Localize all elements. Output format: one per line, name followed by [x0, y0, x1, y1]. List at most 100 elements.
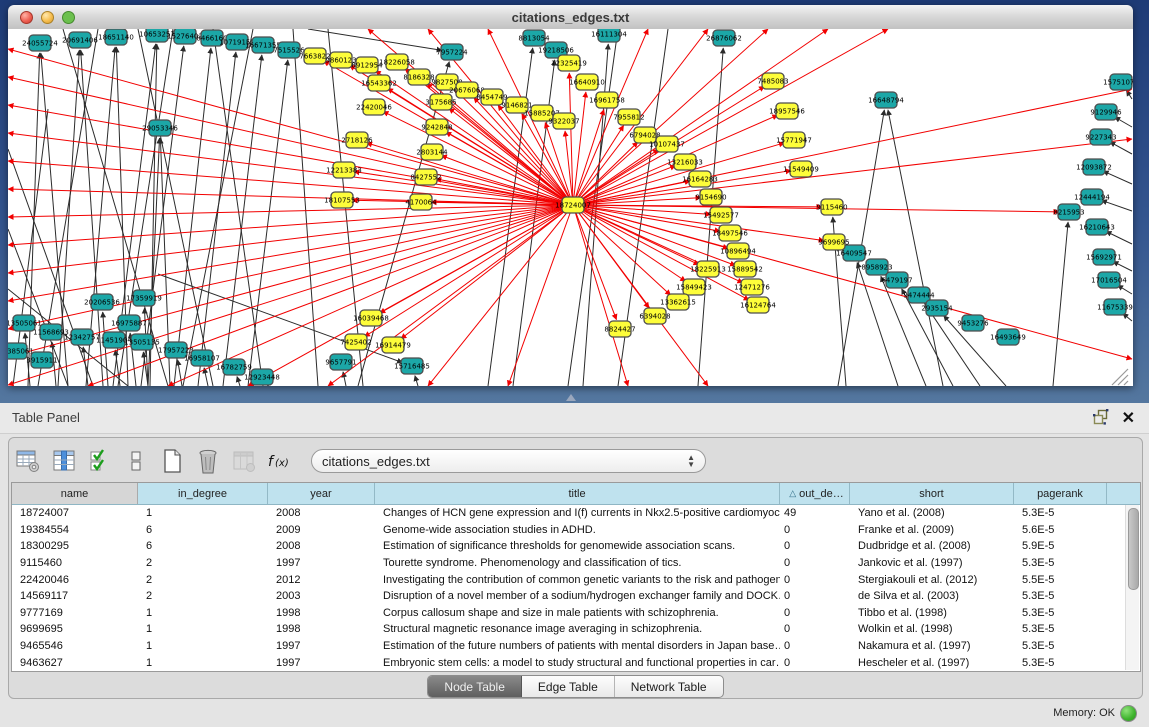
graph-node-15849423[interactable]: 15849423 [676, 279, 712, 295]
graph-node-13216033[interactable]: 13216033 [667, 154, 703, 170]
table-row[interactable]: 946362711997Embryonic stem cells: a mode… [12, 654, 1140, 671]
graph-node-16648794[interactable]: 16648794 [868, 92, 904, 108]
show-columns-icon[interactable] [51, 447, 77, 475]
graph-node-9242848[interactable]: 9242848 [421, 119, 452, 135]
network-canvas[interactable]: 1872400724055724206914061865114010653257… [8, 29, 1133, 386]
graph-node-7955812[interactable]: 7955812 [613, 109, 644, 125]
graph-node-11549409[interactable]: 11549409 [783, 161, 819, 177]
graph-node-6394028[interactable]: 6394028 [639, 308, 670, 324]
new-table-icon[interactable] [159, 447, 185, 475]
graph-node-8215953[interactable]: 8215953 [1053, 204, 1084, 220]
edge[interactable] [1113, 261, 1132, 271]
graph-node-9657791[interactable]: 9657791 [325, 354, 356, 370]
close-window-icon[interactable] [20, 11, 33, 24]
edge[interactable] [8, 105, 573, 205]
graph-node-16975887[interactable]: 16975887 [111, 315, 147, 331]
table-row[interactable]: 1456911722003Disruption of a novel membe… [12, 588, 1140, 605]
graph-node-6479197[interactable]: 6479197 [881, 272, 912, 288]
edge[interactable] [573, 205, 628, 386]
network-window-titlebar[interactable]: citations_edges.txt [8, 5, 1133, 30]
graph-node-9322037[interactable]: 9322037 [548, 113, 579, 129]
edge[interactable] [204, 368, 208, 386]
edge[interactable] [1053, 222, 1068, 386]
graph-node-3915911[interactable]: 3915911 [26, 352, 57, 368]
graph-node-15771947[interactable]: 15771947 [776, 132, 812, 148]
edge[interactable] [8, 205, 573, 301]
edge[interactable] [213, 29, 263, 386]
edge[interactable] [308, 29, 442, 50]
graph-node-16914479[interactable]: 16914479 [375, 337, 411, 353]
graph-node-24055724[interactable]: 24055724 [22, 35, 58, 51]
graph-node-12342757[interactable]: 12342757 [64, 329, 100, 345]
tab-network-table[interactable]: Network Table [615, 676, 723, 697]
graph-node-13362615[interactable]: 13362615 [660, 294, 696, 310]
select-all-columns-icon[interactable] [87, 447, 113, 475]
graph-node-9699695[interactable]: 9699695 [818, 234, 849, 250]
edge[interactable] [8, 189, 573, 205]
graph-node-2803144[interactable]: 2803144 [416, 144, 448, 160]
edge[interactable] [888, 110, 943, 386]
graph-node-3175685[interactable]: 3175685 [425, 94, 456, 110]
graph-node-12213383[interactable]: 12213383 [326, 162, 362, 178]
graph-node-16124764[interactable]: 16124764 [740, 297, 776, 313]
graph-node-10896494[interactable]: 10896494 [720, 243, 756, 259]
graph-node-16961758[interactable]: 16961758 [589, 92, 625, 108]
edge[interactable] [1110, 142, 1132, 154]
graph-node-15751074[interactable]: 15751074 [1103, 74, 1133, 90]
column-header-out_de[interactable]: △out_de… [780, 483, 850, 504]
edge[interactable] [103, 312, 108, 386]
graph-node-26876062[interactable]: 26876062 [706, 30, 742, 46]
delete-table-icon[interactable] [195, 447, 221, 475]
graph-node-18226058[interactable]: 18226058 [379, 54, 415, 70]
graph-node-16039468[interactable]: 16039468 [353, 310, 389, 326]
graph-node-18497546[interactable]: 18497546 [712, 225, 748, 241]
column-header-in_degree[interactable]: in_degree [138, 483, 268, 504]
edge[interactable] [293, 29, 318, 386]
edge[interactable] [8, 49, 573, 205]
table-row[interactable]: 1830029562008Estimation of significance … [12, 538, 1140, 555]
graph-node-15889542[interactable]: 15889542 [727, 261, 763, 277]
resize-grip-icon[interactable] [1118, 375, 1128, 385]
edge[interactable] [573, 205, 649, 308]
delete-column-icon[interactable] [231, 447, 257, 475]
graph-node-20206536[interactable]: 20206536 [84, 294, 120, 310]
graph-node-15692971[interactable]: 15692971 [1086, 249, 1122, 265]
table-settings-icon[interactable] [15, 447, 41, 475]
graph-node-16111304[interactable]: 16111304 [591, 29, 627, 42]
graph-node-18651140[interactable]: 18651140 [98, 29, 134, 45]
column-header-title[interactable]: title [375, 483, 780, 504]
edge[interactable] [237, 377, 240, 386]
graph-node-16164283[interactable]: 16164283 [682, 171, 718, 187]
resize-grip-icon[interactable] [1124, 381, 1128, 385]
graph-node-7485083[interactable]: 7485083 [757, 73, 788, 89]
graph-node-8824427[interactable]: 8824427 [604, 321, 635, 337]
graph-node-15492577[interactable]: 15492577 [703, 207, 739, 223]
table-row[interactable]: 969969511998Structural magnetic resonanc… [12, 621, 1140, 638]
graph-node-4170064[interactable]: 4170064 [405, 194, 437, 210]
edge[interactable] [115, 350, 120, 386]
graph-node-9154690[interactable]: 9154690 [695, 189, 726, 205]
graph-node-17016504[interactable]: 17016504 [1091, 272, 1127, 288]
table-scrollbar[interactable] [1125, 505, 1139, 670]
table-select-dropdown[interactable]: citations_edges.txt ▲▼ [311, 449, 706, 473]
graph-node-7425402[interactable]: 7425402 [340, 334, 371, 350]
graph-node-16543362[interactable]: 16543362 [361, 75, 397, 91]
edge[interactable] [1126, 90, 1132, 99]
graph-node-2935154[interactable]: 2935154 [921, 300, 953, 316]
tab-node-table[interactable]: Node Table [428, 676, 522, 697]
graph-node-2718126[interactable]: 2718126 [341, 132, 373, 148]
graph-node-9453276[interactable]: 9453276 [957, 315, 989, 331]
edge[interactable] [1101, 200, 1132, 211]
edge[interactable] [1106, 231, 1132, 244]
citation-network-graph[interactable]: 1872400724055724206914061865114010653257… [8, 29, 1133, 386]
edge[interactable] [415, 376, 418, 386]
column-header-short[interactable]: short [850, 483, 1014, 504]
graph-node-15716485[interactable]: 15716485 [394, 358, 430, 374]
close-panel-icon[interactable]: ✕ [1122, 408, 1135, 428]
graph-node-9129946[interactable]: 9129946 [1090, 104, 1122, 120]
table-row[interactable]: 2242004622012Investigating the contribut… [12, 571, 1140, 588]
table-row[interactable]: 1938455462009Genome-wide association stu… [12, 522, 1140, 539]
graph-node-7957224[interactable]: 7957224 [436, 44, 468, 60]
graph-node-16493649[interactable]: 16493649 [990, 329, 1026, 345]
row-height-icon[interactable] [123, 447, 149, 475]
